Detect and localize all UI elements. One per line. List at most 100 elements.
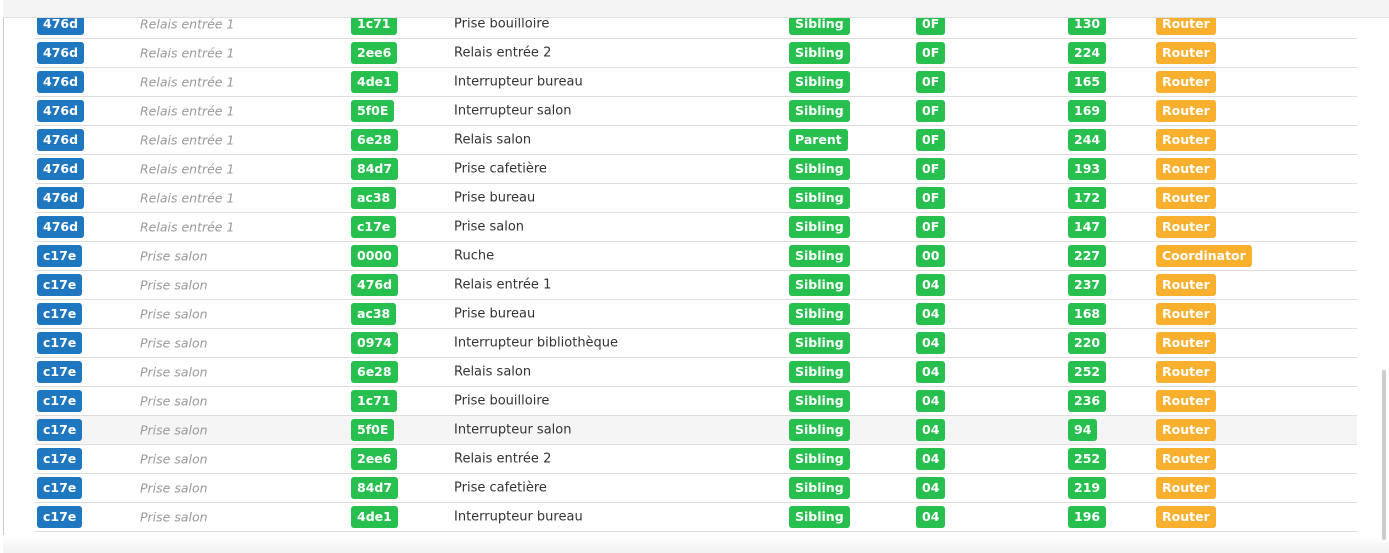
neighbor-name: Interrupteur bibliothèque: [454, 335, 619, 351]
table-row[interactable]: c17e Prise salon 2ee6 Relais entrée 2 Siblin…: [35, 445, 1357, 474]
neighbor-name: Relais salon: [454, 364, 532, 380]
neighbor-id-badge: 1c71: [351, 390, 397, 412]
relationship-badge: Sibling: [789, 216, 850, 238]
table-row[interactable]: c17e Prise salon 84d7 Prise cafetière Siblin…: [35, 474, 1357, 503]
source-name: Prise salon: [140, 451, 208, 467]
neighbor-id-badge: 5f0E: [351, 419, 395, 441]
source-name: Prise salon: [140, 364, 208, 380]
depth-badge: 0F: [916, 216, 946, 238]
source-name: Prise salon: [140, 248, 208, 264]
neighbor-id-badge: ac38: [351, 303, 397, 325]
device-type-badge: Router: [1156, 71, 1216, 93]
source-name: Prise salon: [140, 509, 208, 525]
source-id-badge: c17e: [37, 245, 83, 267]
source-id-badge: 476d: [37, 187, 85, 209]
depth-badge: 04: [916, 332, 946, 354]
depth-badge: 0F: [916, 129, 946, 151]
depth-badge: 04: [916, 506, 946, 528]
neighbor-name: Prise bouilloire: [454, 16, 550, 32]
source-name: Prise salon: [140, 393, 208, 409]
table-row[interactable]: c17e Prise salon ac38 Prise bureau Sibling 04…: [35, 300, 1357, 329]
table-row[interactable]: 476d Relais entrée 1 84d7 Prise cafetière Si…: [35, 155, 1357, 184]
source-name: Prise salon: [140, 277, 208, 293]
relationship-badge: Sibling: [789, 448, 850, 470]
neighbor-id-badge: 6e28: [351, 129, 398, 151]
relationship-badge: Sibling: [789, 477, 850, 499]
depth-badge: 04: [916, 274, 946, 296]
relationship-badge: Sibling: [789, 42, 850, 64]
table-row[interactable]: c17e Prise salon 0000 Ruche Sibling 00 227 Coor…: [35, 242, 1357, 271]
depth-badge: 04: [916, 448, 946, 470]
neighbor-id-badge: 2ee6: [351, 42, 398, 64]
relationship-badge: Sibling: [789, 332, 850, 354]
source-name: Prise salon: [140, 306, 208, 322]
source-name: Relais entrée 1: [140, 190, 235, 206]
source-id-badge: c17e: [37, 419, 83, 441]
relationship-badge: Sibling: [789, 274, 850, 296]
lqi-badge: 94: [1068, 419, 1098, 441]
table-row[interactable]: c17e Prise salon 6e28 Relais salon Sibling 04…: [35, 358, 1357, 387]
network-table: 476d Relais entrée 1 1c71 Prise bouilloire S…: [35, 10, 1357, 532]
table-row[interactable]: c17e Prise salon 0974 Interrupteur biblioth…: [35, 329, 1357, 358]
device-type-badge: Router: [1156, 187, 1216, 209]
lqi-badge: 165: [1068, 71, 1107, 93]
lqi-badge: 224: [1068, 42, 1107, 64]
depth-badge: 04: [916, 477, 946, 499]
depth-badge: 04: [916, 419, 946, 441]
source-id-badge: c17e: [37, 332, 83, 354]
device-type-badge: Router: [1156, 158, 1216, 180]
table-row[interactable]: 476d Relais entrée 1 c17e Prise salon Siblin…: [35, 213, 1357, 242]
neighbor-name: Interrupteur salon: [454, 422, 572, 438]
lqi-badge: 252: [1068, 361, 1107, 383]
relationship-badge: Sibling: [789, 158, 850, 180]
source-id-badge: 476d: [37, 158, 85, 180]
source-name: Prise salon: [140, 422, 208, 438]
table-row[interactable]: 476d Relais entrée 1 2ee6 Relais entrée 2 Si…: [35, 39, 1357, 68]
lqi-badge: 244: [1068, 129, 1107, 151]
neighbor-id-badge: 84d7: [351, 477, 399, 499]
table-row[interactable]: 476d Relais entrée 1 ac38 Prise bureau Sibli…: [35, 184, 1357, 213]
neighbor-id-badge: 476d: [351, 274, 399, 296]
lqi-badge: 169: [1068, 100, 1107, 122]
neighbor-id-badge: 0000: [351, 245, 398, 267]
source-id-badge: c17e: [37, 448, 83, 470]
lqi-badge: 193: [1068, 158, 1107, 180]
neighbor-id-badge: ac38: [351, 187, 397, 209]
neighbor-id-badge: 84d7: [351, 158, 399, 180]
device-type-badge: Router: [1156, 274, 1216, 296]
depth-badge: 0F: [916, 42, 946, 64]
neighbor-name: Prise salon: [454, 219, 525, 235]
source-name: Prise salon: [140, 335, 208, 351]
neighbor-id-badge: 2ee6: [351, 448, 398, 470]
lqi-badge: 227: [1068, 245, 1107, 267]
neighbor-name: Prise bureau: [454, 190, 536, 206]
source-id-badge: 476d: [37, 71, 85, 93]
source-id-badge: 476d: [37, 216, 85, 238]
neighbor-name: Relais entrée 2: [454, 451, 552, 467]
lqi-badge: 196: [1068, 506, 1107, 528]
table-row[interactable]: c17e Prise salon 4de1 Interrupteur bureau Si…: [35, 503, 1357, 532]
table-row[interactable]: 476d Relais entrée 1 5f0E Interrupteur salo…: [35, 97, 1357, 126]
lqi-badge: 219: [1068, 477, 1107, 499]
footer-area: [3, 535, 1389, 553]
table-row[interactable]: 476d Relais entrée 1 6e28 Relais salon Paren…: [35, 126, 1357, 155]
scrollbar[interactable]: [1382, 370, 1386, 540]
source-name: Relais entrée 1: [140, 132, 235, 148]
table-row[interactable]: c17e Prise salon 5f0E Interrupteur salon Sib…: [35, 416, 1357, 445]
source-id-badge: c17e: [37, 303, 83, 325]
source-id-badge: c17e: [37, 477, 83, 499]
depth-badge: 04: [916, 361, 946, 383]
table-row[interactable]: c17e Prise salon 1c71 Prise bouilloire Sibli…: [35, 387, 1357, 416]
relationship-badge: Sibling: [789, 506, 850, 528]
lqi-badge: 168: [1068, 303, 1107, 325]
depth-badge: 0F: [916, 100, 946, 122]
relationship-badge: Sibling: [789, 390, 850, 412]
neighbor-id-badge: 4de1: [351, 506, 398, 528]
device-type-badge: Router: [1156, 42, 1216, 64]
source-id-badge: c17e: [37, 390, 83, 412]
neighbor-id-badge: 4de1: [351, 71, 398, 93]
relationship-badge: Sibling: [789, 187, 850, 209]
table-row[interactable]: 476d Relais entrée 1 4de1 Interrupteur bure…: [35, 68, 1357, 97]
table-row[interactable]: c17e Prise salon 476d Relais entrée 1 Siblin…: [35, 271, 1357, 300]
relationship-badge: Sibling: [789, 303, 850, 325]
